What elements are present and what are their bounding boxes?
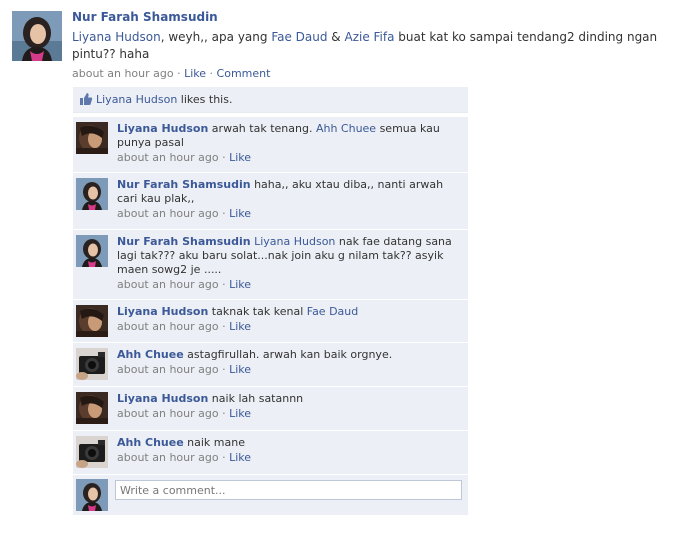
commenter-name[interactable]: Ahh Chuee — [117, 348, 184, 361]
comment-timestamp[interactable]: about an hour ago — [117, 151, 219, 164]
comment-like-link[interactable]: Like — [229, 451, 251, 464]
meta-separator: · — [218, 278, 230, 291]
comment-timestamp[interactable]: about an hour ago — [117, 451, 219, 464]
mention-link[interactable]: Fae Daud — [271, 30, 327, 44]
comment-item: Liyana Hudson naik lah satannn about an h… — [73, 387, 468, 431]
commenter-name[interactable]: Nur Farah Shamsudin — [117, 178, 251, 191]
commenter-avatar[interactable] — [76, 235, 108, 267]
comment-meta: about an hour ago · Like — [117, 451, 457, 465]
commenter-name[interactable]: Liyana Hudson — [117, 122, 208, 135]
meta-separator: · — [206, 67, 217, 80]
mention-link[interactable]: Liyana Hudson — [254, 235, 335, 248]
comment-like-link[interactable]: Like — [229, 320, 251, 333]
commenter-name[interactable]: Liyana Hudson — [117, 305, 208, 318]
comment-item: Liyana Hudson taknak tak kenal Fae Daud a… — [73, 300, 468, 343]
post-meta: about an hour ago · Like · Comment — [72, 67, 270, 80]
thumbs-up-icon — [79, 92, 93, 106]
message-text: & — [327, 30, 345, 44]
comment-timestamp[interactable]: about an hour ago — [117, 363, 219, 376]
comment-body: Ahh Chuee astagfirullah. arwah kan baik … — [117, 348, 457, 377]
likes-suffix: likes this. — [177, 93, 233, 106]
comment-timestamp[interactable]: about an hour ago — [117, 407, 219, 420]
composer-avatar — [76, 479, 108, 511]
comment-text: taknak tak kenal — [208, 305, 307, 318]
comment-body: Liyana Hudson arwah tak tenang. Ahh Chue… — [117, 122, 457, 165]
comment-like-link[interactable]: Like — [229, 278, 251, 291]
commenter-avatar[interactable] — [76, 178, 108, 210]
commenter-avatar[interactable] — [76, 122, 108, 154]
comment-meta: about an hour ago · Like — [117, 363, 457, 377]
comment-item: Liyana Hudson arwah tak tenang. Ahh Chue… — [73, 117, 468, 173]
comment-item: Nur Farah Shamsudin haha,, aku xtau diba… — [73, 173, 468, 230]
comment-like-link[interactable]: Like — [229, 407, 251, 420]
commenter-avatar[interactable] — [76, 305, 108, 337]
comment-body: Liyana Hudson taknak tak kenal Fae Daud a… — [117, 305, 457, 334]
post-author-avatar[interactable] — [12, 11, 62, 61]
mention-link[interactable]: Fae Daud — [307, 305, 359, 318]
comment-item: Nur Farah Shamsudin Liyana Hudson nak fa… — [73, 230, 468, 300]
comment-text: naik mane — [183, 436, 245, 449]
comment-meta: about an hour ago · Like — [117, 407, 457, 421]
commenter-avatar[interactable] — [76, 436, 108, 468]
comment-timestamp[interactable]: about an hour ago — [117, 320, 219, 333]
meta-separator: · — [218, 407, 230, 420]
comment-timestamp[interactable]: about an hour ago — [117, 278, 219, 291]
like-link[interactable]: Like — [184, 67, 206, 80]
meta-separator: · — [218, 151, 230, 164]
commenter-name[interactable]: Ahh Chuee — [117, 436, 184, 449]
comment-meta: about an hour ago · Like — [117, 151, 457, 165]
comment-link[interactable]: Comment — [217, 67, 271, 80]
comment-timestamp[interactable]: about an hour ago — [117, 207, 219, 220]
comment-like-link[interactable]: Like — [229, 207, 251, 220]
commenter-name[interactable]: Liyana Hudson — [117, 392, 208, 405]
comment-body: Ahh Chuee naik mane about an hour ago · L… — [117, 436, 457, 465]
message-text: , weyh,, apa yang — [160, 30, 272, 44]
meta-separator: · — [218, 363, 230, 376]
mention-link[interactable]: Liyana Hudson — [72, 30, 161, 44]
liker-name[interactable]: Liyana Hudson — [96, 93, 177, 106]
post-timestamp[interactable]: about an hour ago — [72, 67, 174, 80]
comment-like-link[interactable]: Like — [229, 151, 251, 164]
comment-text: arwah tak tenang. — [208, 122, 316, 135]
comment-body: Liyana Hudson naik lah satannn about an h… — [117, 392, 457, 421]
post-message: Liyana Hudson, weyh,, apa yang Fae Daud … — [72, 29, 662, 63]
comment-meta: about an hour ago · Like — [117, 278, 457, 292]
comment-input[interactable] — [115, 480, 462, 500]
feedback-box: Liyana Hudson likes this. Liyana Hudson … — [73, 87, 468, 515]
meta-separator: · — [218, 451, 230, 464]
meta-separator: · — [218, 320, 230, 333]
commenter-avatar[interactable] — [76, 392, 108, 424]
comment-body: Nur Farah Shamsudin Liyana Hudson nak fa… — [117, 235, 457, 292]
meta-separator: · — [218, 207, 230, 220]
comment-composer — [73, 475, 468, 515]
likes-summary: Liyana Hudson likes this. — [73, 87, 468, 113]
mention-link[interactable]: Ahh Chuee — [316, 122, 376, 135]
post-author-name[interactable]: Nur Farah Shamsudin — [72, 10, 218, 24]
comment-body: Nur Farah Shamsudin haha,, aku xtau diba… — [117, 178, 457, 221]
comment-item: Ahh Chuee astagfirullah. arwah kan baik … — [73, 343, 468, 387]
mention-link[interactable]: Azie Fifa — [344, 30, 394, 44]
comment-item: Ahh Chuee naik mane about an hour ago · L… — [73, 431, 468, 475]
comment-meta: about an hour ago · Like — [117, 320, 457, 334]
commenter-avatar[interactable] — [76, 348, 108, 380]
comment-meta: about an hour ago · Like — [117, 207, 457, 221]
commenter-name[interactable]: Nur Farah Shamsudin — [117, 235, 251, 248]
comment-text: astagfirullah. arwah kan baik orgnye. — [183, 348, 393, 361]
comment-like-link[interactable]: Like — [229, 363, 251, 376]
comment-text: naik lah satannn — [208, 392, 304, 405]
meta-separator: · — [173, 67, 185, 80]
